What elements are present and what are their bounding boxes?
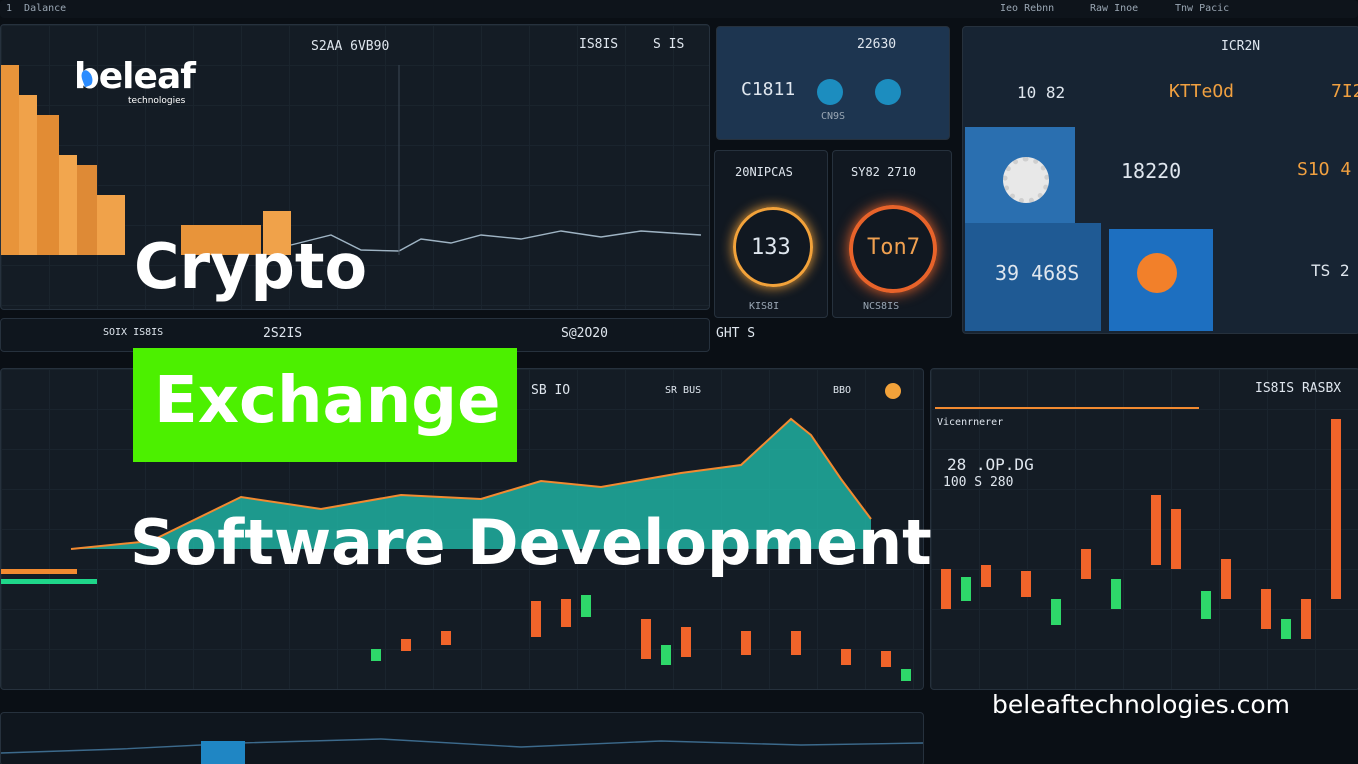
coin-icon	[875, 79, 901, 105]
strip-value: GHT S	[716, 326, 756, 341]
stats-card-value: C1811	[741, 79, 796, 100]
stats-card: 22630 C1811 CN9S	[716, 26, 950, 140]
stats-card-sub: CN9S	[821, 111, 846, 122]
gauge-title: SY82 2710	[851, 165, 917, 179]
right-panel-value: 7I2	[1331, 81, 1358, 102]
top-bar-item: Tnw Pacic	[1175, 3, 1230, 14]
mid-strip: SOIX IS8IS 2S2IS S@2O20	[0, 318, 710, 352]
tile-value: TS 2	[1311, 261, 1350, 280]
gauge-foot: NCS8IS	[863, 301, 900, 312]
gauge-title: 20NIPCAS	[735, 165, 793, 179]
headline-line-3: Software Development	[130, 506, 932, 579]
bottom-sparkline	[1, 738, 923, 764]
strip-value: SOIX IS8IS	[103, 327, 164, 338]
value-tile: 39 468S	[965, 223, 1101, 331]
lower-right-chart	[941, 419, 1341, 639]
strip-value: 2S2IS	[263, 326, 303, 341]
tile-value: 39 468S	[995, 261, 1080, 285]
tile-value: S1O 4	[1297, 159, 1352, 180]
right-panel-title: ICR2N	[1221, 39, 1261, 54]
headline-line-1: Crypto	[134, 230, 368, 303]
right-panel: ICR2N 10 82 KTTeOd 7I2 39 468S 18220 S1O…	[962, 26, 1358, 334]
strip-value: S@2O20	[561, 326, 608, 341]
gauge-card: 20NIPCAS 133 KIS8I	[714, 150, 828, 318]
right-panel-value: 10 82	[1017, 83, 1066, 102]
headline-line-2: Exchange	[154, 364, 501, 438]
settings-tile	[965, 127, 1075, 223]
tile-value: 18220	[1121, 159, 1182, 183]
stats-value: 22630	[857, 37, 897, 52]
gauge-card: SY82 2710 Ton7 NCS8IS	[832, 150, 952, 318]
right-panel-value: KTTeOd	[1169, 81, 1235, 102]
top-bar-item: Ieo Rebnn	[1000, 3, 1055, 14]
top-bar-item: Raw Inoe	[1090, 3, 1139, 14]
coin-icon	[817, 79, 843, 105]
website-url: beleaftechnologies.com	[992, 690, 1290, 719]
gauge-foot: KIS8I	[749, 301, 780, 312]
gauge-value: Ton7	[867, 235, 920, 260]
gauge-value: 133	[751, 235, 791, 260]
lower-right-panel: IS8IS RASBX Vicenrnerer 28 .OP.DG 100 S …	[930, 368, 1358, 690]
gear-icon	[1003, 157, 1049, 203]
top-bar: 1 Dalance Ieo Rebnn Raw Inoe Tnw Pacic	[0, 0, 1358, 18]
hero-banner: 1 Dalance Ieo Rebnn Raw Inoe Tnw Pacic S…	[0, 0, 1358, 764]
bitcoin-icon	[1137, 253, 1177, 293]
top-bar-item: 1 Dalance	[6, 3, 67, 14]
bottom-strip	[0, 712, 924, 764]
bitcoin-tile	[1109, 229, 1213, 331]
brand-tagline: technologies	[128, 96, 186, 106]
